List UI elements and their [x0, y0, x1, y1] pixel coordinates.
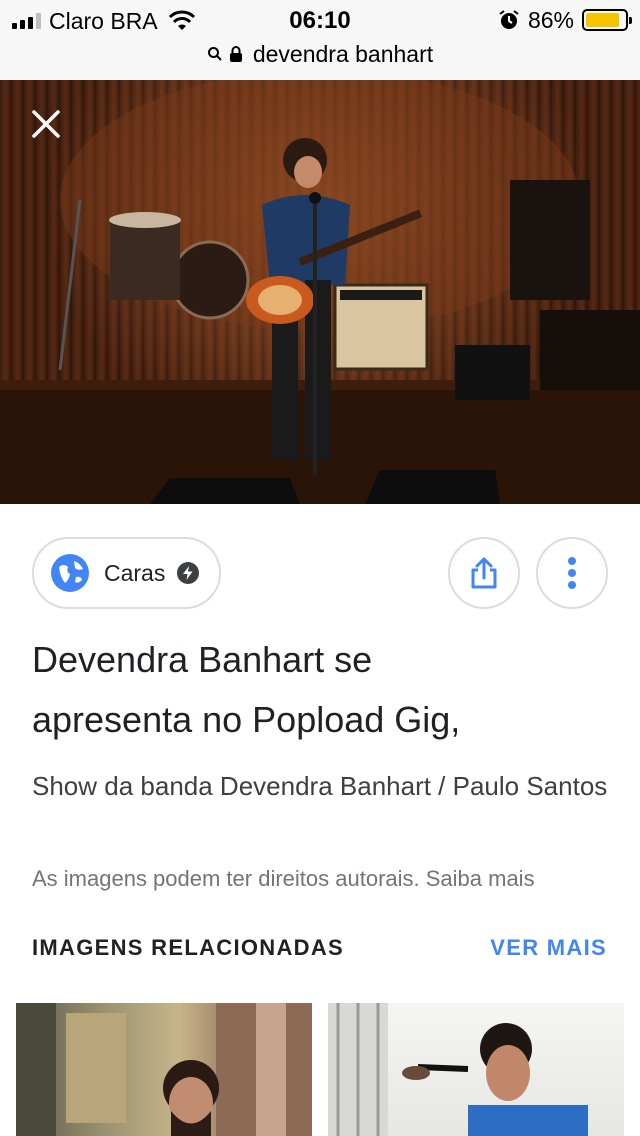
lock-icon	[229, 46, 242, 62]
related-image-2[interactable]	[328, 1003, 624, 1136]
battery-icon	[582, 9, 632, 31]
source-chip[interactable]: Caras	[32, 537, 221, 609]
globe-icon	[51, 554, 89, 592]
share-button[interactable]	[448, 537, 520, 609]
more-button[interactable]	[536, 537, 608, 609]
copyright-notice[interactable]: As imagens podem ter direitos autorais. …	[32, 862, 622, 896]
battery-fill	[586, 13, 619, 27]
bolt-icon	[177, 562, 200, 584]
search-icon	[207, 47, 222, 61]
concert-photo	[0, 80, 640, 504]
title-line-2: apresenta no Popload Gig,	[32, 699, 461, 740]
related-image-1[interactable]	[16, 1003, 312, 1136]
close-icon[interactable]	[28, 106, 64, 142]
url-text: devendra banhart	[252, 40, 434, 67]
related-images-heading: IMAGENS RELACIONADAS	[32, 935, 345, 960]
image-title[interactable]: Devendra Banhart se apresenta no Popload…	[32, 630, 612, 750]
battery-percent: 86%	[527, 6, 574, 33]
title-line-1: Devendra Banhart se	[32, 639, 373, 680]
hero-image	[0, 80, 640, 504]
more-vert-icon	[568, 557, 576, 589]
address-bar[interactable]: devendra banhart	[0, 40, 640, 68]
status-bar: Claro BRA 06:10 86% devendra banhart	[0, 0, 640, 80]
alarm-icon	[499, 10, 519, 29]
source-name: Caras	[104, 559, 166, 586]
see-more-link[interactable]: VER MAIS	[490, 935, 607, 961]
status-right: 86%	[498, 6, 632, 34]
share-icon	[471, 557, 497, 589]
related-photo-1	[16, 1003, 312, 1136]
related-photo-2	[328, 1003, 588, 1136]
image-caption: Show da banda Devendra Banhart / Paulo S…	[32, 771, 608, 801]
